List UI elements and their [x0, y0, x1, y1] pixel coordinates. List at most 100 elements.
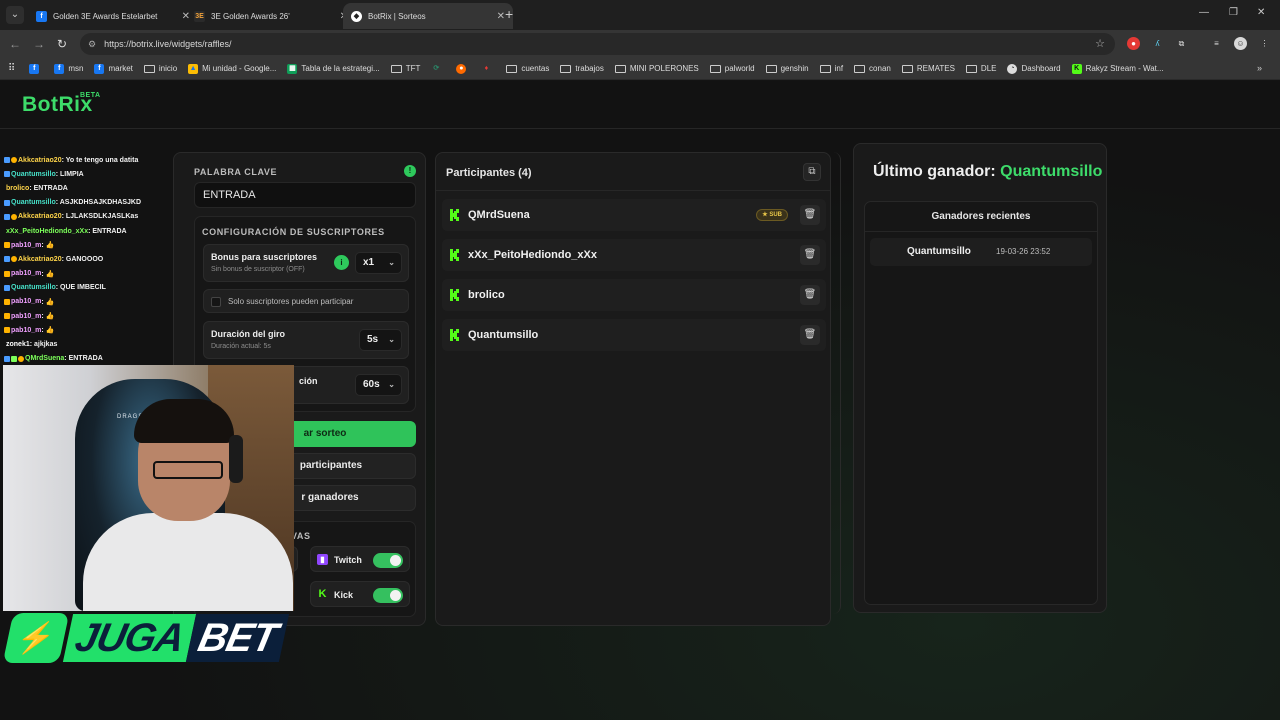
platform-label: Twitch	[334, 555, 362, 565]
bookmark-folder[interactable]: REMATES	[901, 64, 955, 73]
subs-only-row[interactable]: Solo suscriptores pueden participar	[203, 289, 409, 313]
kick-icon: K	[1071, 63, 1082, 74]
streamer-body	[83, 513, 293, 611]
profile-avatar-icon[interactable]: ☺	[1234, 37, 1247, 50]
last-winner-name: Quantumsillo	[1000, 163, 1103, 180]
spin-duration-row: Duración del giro Duración actual: 5s 5s…	[203, 321, 409, 359]
bookmark-folder[interactable]: MINI POLERONES	[614, 64, 699, 73]
bookmark-item[interactable]: ●	[456, 63, 470, 74]
forward-icon[interactable]: →	[33, 37, 45, 51]
window-close-icon[interactable]: ✕	[1257, 7, 1265, 18]
bookmark-item[interactable]: f msn	[54, 63, 83, 74]
badge-icon	[4, 242, 10, 249]
kick-icon	[450, 209, 459, 221]
close-tab-icon[interactable]: ✕	[497, 11, 505, 22]
announce-duration-select[interactable]: 60s ⌄	[355, 374, 402, 396]
bookmark-item[interactable]: f market	[94, 63, 133, 74]
lightning-icon: ⚡	[2, 613, 70, 663]
kick-icon	[450, 249, 459, 261]
chat-message: QMrdSuena: ENTRADA	[4, 352, 170, 366]
extension-icon[interactable]: ʎ	[1151, 37, 1164, 50]
browser-tab-active[interactable]: ◆ BotRix | Sorteos ✕	[343, 3, 513, 29]
menu-kebab-icon[interactable]: ⋮	[1258, 37, 1271, 50]
delete-icon[interactable]: 🗑	[800, 285, 820, 305]
spin-duration-select[interactable]: 5s ⌄	[359, 329, 402, 351]
platform-label: Kick	[334, 590, 354, 600]
minimize-icon[interactable]: —	[1199, 7, 1209, 18]
restore-icon[interactable]: ❐	[1229, 7, 1238, 18]
panel-edge	[831, 152, 841, 614]
browser-tab[interactable]: 3E 3E Golden Awards 26' ✕	[186, 3, 356, 29]
extension-icon[interactable]: ●	[1127, 37, 1140, 50]
app-icon: ♦	[484, 64, 489, 72]
badge-icon	[4, 284, 10, 291]
chat-message: Akkcatriao20: Yo te tengo una datita	[4, 153, 170, 167]
folder-icon	[560, 64, 572, 73]
participant-name: xXx_PeitoHediondo_xXx	[468, 249, 597, 261]
badge-icon	[4, 171, 10, 178]
tab-title: BotRix | Sorteos	[368, 11, 426, 21]
chevron-down-icon: ⌄	[388, 335, 395, 344]
chat-message: pab10_m: 👍	[4, 295, 170, 309]
keyword-input[interactable]	[194, 182, 416, 208]
address-bar[interactable]: ⚙ https://botrix.live/widgets/raffles/ ☆	[80, 33, 1115, 55]
winner-name: Quantumsillo	[907, 246, 971, 257]
tab-title: 3E Golden Awards 26'	[211, 11, 290, 21]
bookmark-item[interactable]: f	[29, 63, 43, 74]
copy-icon[interactable]: ⧉	[803, 163, 821, 181]
bookmark-folder[interactable]: genshin	[765, 64, 809, 73]
bookmark-folder[interactable]: inf	[819, 64, 843, 73]
bookmark-folder[interactable]: trabajos	[560, 64, 604, 73]
delete-icon[interactable]: 🗑	[800, 325, 820, 345]
new-tab-button[interactable]: +	[505, 6, 513, 22]
spin-duration-title: Duración del giro	[211, 329, 286, 339]
bookmark-folder[interactable]: palworld	[709, 64, 755, 73]
reload-icon[interactable]: ↻	[57, 37, 67, 51]
bookmark-item[interactable]: ◔ Dashboard	[1007, 63, 1061, 74]
bookmark-item[interactable]: ♦	[481, 64, 495, 74]
kick-icon: K	[318, 588, 327, 600]
twitch-icon: ▮	[317, 554, 328, 565]
webcam-overlay: DRAGSTER	[3, 365, 294, 611]
badge-icon	[4, 327, 10, 334]
bookmark-folder[interactable]: cuentas	[506, 64, 549, 73]
chat-message: zonek1: ajkjkas	[6, 341, 58, 349]
tab-search-button[interactable]: ⌄	[6, 6, 24, 24]
stream-chat-overlay: Akkcatriao20: Yo te tengo una datita Qua…	[4, 153, 170, 366]
recent-winners: Ganadores recientes Quantumsillo 19-03-2…	[864, 201, 1098, 605]
extensions-puzzle-icon[interactable]: ⧉	[1175, 37, 1188, 50]
bookmark-item[interactable]: ▲ Mi unidad - Google...	[188, 63, 276, 74]
chat-message: Quantumsillo: ASJKDHSAJKDHASJKD	[4, 196, 170, 210]
back-icon[interactable]: ←	[9, 37, 21, 51]
bookmark-item[interactable]: K Rakyz Stream - Wat...	[1071, 63, 1164, 74]
delete-icon[interactable]: 🗑	[800, 245, 820, 265]
bookmark-star-icon[interactable]: ☆	[1095, 37, 1105, 50]
bookmark-folder[interactable]: inicio	[143, 64, 177, 73]
site-info-icon[interactable]: ⚙	[88, 39, 96, 50]
folder-icon	[965, 64, 977, 73]
bonus-title: Bonus para suscriptores	[211, 252, 318, 262]
bookmark-item[interactable]: ▦ Tabla de la estrategi...	[287, 63, 380, 74]
bookmark-item[interactable]: ⟳	[431, 64, 445, 74]
twitch-toggle[interactable]	[373, 553, 403, 568]
delete-icon[interactable]: 🗑	[800, 205, 820, 225]
kick-toggle[interactable]	[373, 588, 403, 603]
botrix-logo[interactable]: BotRix BETA	[22, 92, 100, 117]
bookmark-folder[interactable]: DLE	[965, 64, 996, 73]
bookmark-folder[interactable]: conan	[854, 64, 891, 73]
info-icon[interactable]: !	[404, 165, 416, 177]
info-icon[interactable]: i	[334, 255, 349, 270]
badge-icon	[4, 313, 10, 320]
browser-tab[interactable]: f Golden 3E Awards Estelarbet ✕	[28, 3, 198, 29]
recent-winners-title: Ganadores recientes	[865, 202, 1097, 232]
bookmark-folder[interactable]: TFT	[390, 64, 420, 73]
reading-list-icon[interactable]: ≡	[1210, 37, 1223, 50]
bookmarks-overflow-icon[interactable]: »	[1257, 63, 1262, 73]
bonus-multiplier-select[interactable]: x1 ⌄	[355, 252, 402, 274]
subs-only-checkbox[interactable]	[211, 297, 221, 307]
announce-duration-title: ción	[299, 376, 318, 386]
apps-icon[interactable]: ⠿	[8, 63, 15, 74]
3e-icon: 3E	[194, 10, 205, 22]
participant-row: xXx_PeitoHediondo_xXx 🗑	[442, 239, 826, 271]
participant-row: brolico 🗑	[442, 279, 826, 311]
